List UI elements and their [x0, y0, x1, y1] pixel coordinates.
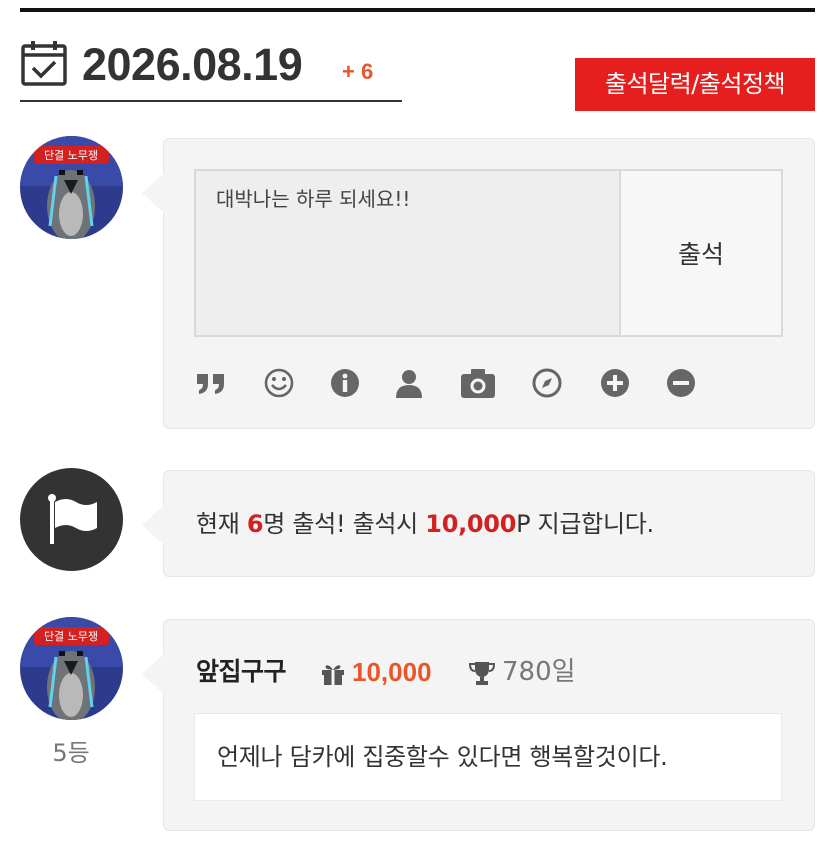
quote-icon[interactable] [194, 366, 228, 400]
date-header: 2026.08.19 + 6 [20, 36, 402, 102]
calendar-check-icon [21, 41, 67, 86]
attendance-status-text: 현재 6명 출석! 출석시 10,000P 지급합니다. [196, 510, 654, 538]
penguin-avatar-image: 단결 노무쟁 [20, 617, 123, 720]
entry-points: 10,000 [352, 657, 432, 687]
svg-text:단결 노무쟁: 단결 노무쟁 [44, 149, 98, 162]
attendance-days: 780일 [502, 657, 576, 687]
date-delta: + 6 [342, 59, 374, 84]
gift-icon [322, 665, 344, 685]
checkin-submit-button[interactable]: 출석 [619, 169, 783, 337]
current-date: 2026.08.19 [82, 39, 303, 90]
user-avatar[interactable]: 단결 노무쟁 [20, 617, 123, 720]
checkin-form-card: 대박나는 하루 되세요!! 출석 [142, 138, 815, 429]
attendance-count: 6 [246, 510, 264, 538]
entry-comment: 언제나 담카에 집중할수 있다면 행복할것이다. [194, 713, 782, 801]
smile-icon[interactable] [262, 366, 296, 400]
attendance-entry-card: 앞집구구 10,000 780일 언제나 담카에 집중할수 있다면 행복할것이다… [142, 619, 815, 831]
my-avatar: 단결 노무쟁 [20, 136, 123, 239]
reward-points: 10,000 [425, 510, 517, 538]
message-toolbar [194, 366, 754, 406]
user-icon[interactable] [392, 366, 426, 400]
camera-icon[interactable] [459, 366, 497, 400]
svg-text:단결 노무쟁: 단결 노무쟁 [44, 630, 98, 643]
info-icon[interactable] [328, 366, 362, 400]
compass-icon[interactable] [530, 366, 564, 400]
attendance-policy-button[interactable]: 출석달력/출석정책 [575, 58, 815, 111]
minus-circle-icon[interactable] [664, 366, 698, 400]
attendance-status-card: 현재 6명 출석! 출석시 10,000P 지급합니다. [142, 470, 815, 577]
penguin-avatar-image: 단결 노무쟁 [20, 136, 123, 239]
flag-icon [20, 468, 123, 571]
top-divider [20, 8, 815, 12]
trophy-icon [468, 662, 496, 685]
plus-circle-icon[interactable] [598, 366, 632, 400]
rank-label: 5등 [52, 739, 90, 767]
greeting-input[interactable]: 대박나는 하루 되세요!! [194, 169, 621, 337]
user-nickname[interactable]: 앞집구구 [196, 656, 287, 688]
